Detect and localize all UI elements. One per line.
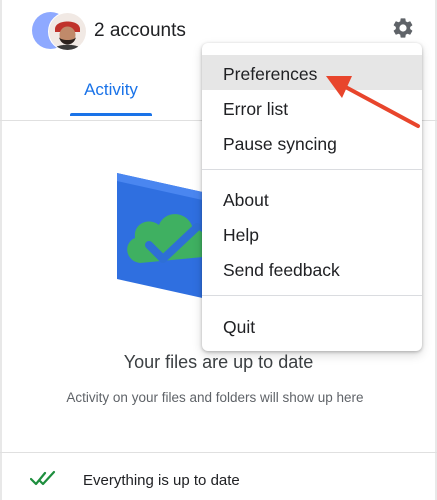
menu-separator: [202, 295, 422, 296]
status-subtitle: Activity on your files and folders will …: [66, 390, 364, 405]
active-tab-indicator: [70, 113, 152, 116]
avatar-photo-icon: [49, 13, 86, 50]
settings-button[interactable]: [388, 13, 418, 43]
menu-item-label: Preferences: [223, 64, 318, 84]
sync-status-footer: Everything is up to date: [0, 453, 437, 500]
menu-item-about[interactable]: About: [202, 181, 422, 216]
menu-item-label: Help: [223, 225, 259, 245]
menu-item-label: About: [223, 190, 269, 210]
accounts-avatars[interactable]: [32, 12, 87, 51]
double-check-icon: [30, 470, 56, 486]
footer-status-text: Everything is up to date: [83, 472, 240, 489]
menu-item-label: Quit: [223, 317, 256, 337]
menu-item-quit[interactable]: Quit: [202, 308, 422, 343]
gear-icon: [393, 18, 413, 38]
menu-item-help[interactable]: Help: [202, 216, 422, 251]
tab-activity[interactable]: Activity: [70, 72, 152, 116]
menu-item-label: Error list: [223, 99, 289, 119]
status-title: Your files are up to date: [123, 352, 314, 372]
accounts-label[interactable]: 2 accounts: [94, 20, 186, 42]
menu-item-send-feedback[interactable]: Send feedback: [202, 251, 422, 286]
tab-activity-label: Activity: [84, 80, 138, 99]
avatar: [48, 12, 87, 51]
window-left-edge: [0, 0, 2, 500]
annotation-arrow-icon: [326, 76, 420, 128]
menu-item-label: Pause syncing: [223, 134, 337, 154]
menu-separator: [202, 169, 422, 170]
menu-item-label: Send feedback: [223, 260, 340, 280]
